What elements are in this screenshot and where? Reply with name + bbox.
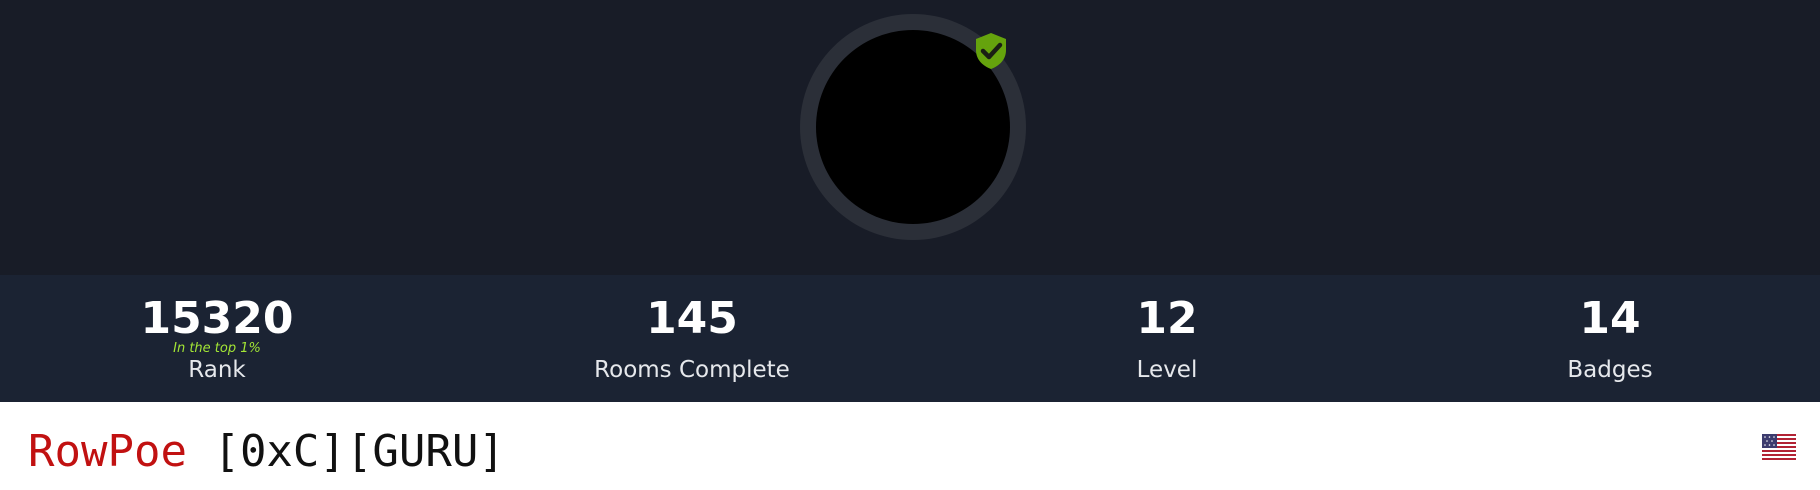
rank-label: Rank <box>188 357 246 383</box>
stats-bar: 15320 In the top 1% Rank 145 Rooms Compl… <box>0 275 1820 402</box>
profile-name-row: RowPoe [0xC][GURU] <box>0 402 1820 490</box>
profile-banner <box>0 0 1820 275</box>
rooms-complete-value: 145 <box>646 293 738 344</box>
username: RowPoe <box>28 426 187 477</box>
stat-badges: 14 Badges <box>1410 275 1810 402</box>
badges-label: Badges <box>1567 357 1653 383</box>
us-flag-icon[interactable] <box>1762 434 1796 460</box>
username-line: RowPoe [0xC][GURU] <box>28 430 505 474</box>
rank-percentile: In the top 1% <box>173 341 261 356</box>
badges-value: 14 <box>1579 293 1641 344</box>
stat-rooms-complete: 145 Rooms Complete <box>492 275 892 402</box>
verified-shield-check-icon <box>976 33 1006 69</box>
level-label: Level <box>1136 357 1198 383</box>
stat-level: 12 Level <box>967 275 1367 402</box>
stat-rank: 15320 In the top 1% Rank <box>17 275 417 402</box>
level-value: 12 <box>1136 293 1198 344</box>
rank-value: 15320 <box>140 293 294 344</box>
rooms-complete-label: Rooms Complete <box>594 357 790 383</box>
user-tags: [0xC][GURU] <box>213 426 505 477</box>
